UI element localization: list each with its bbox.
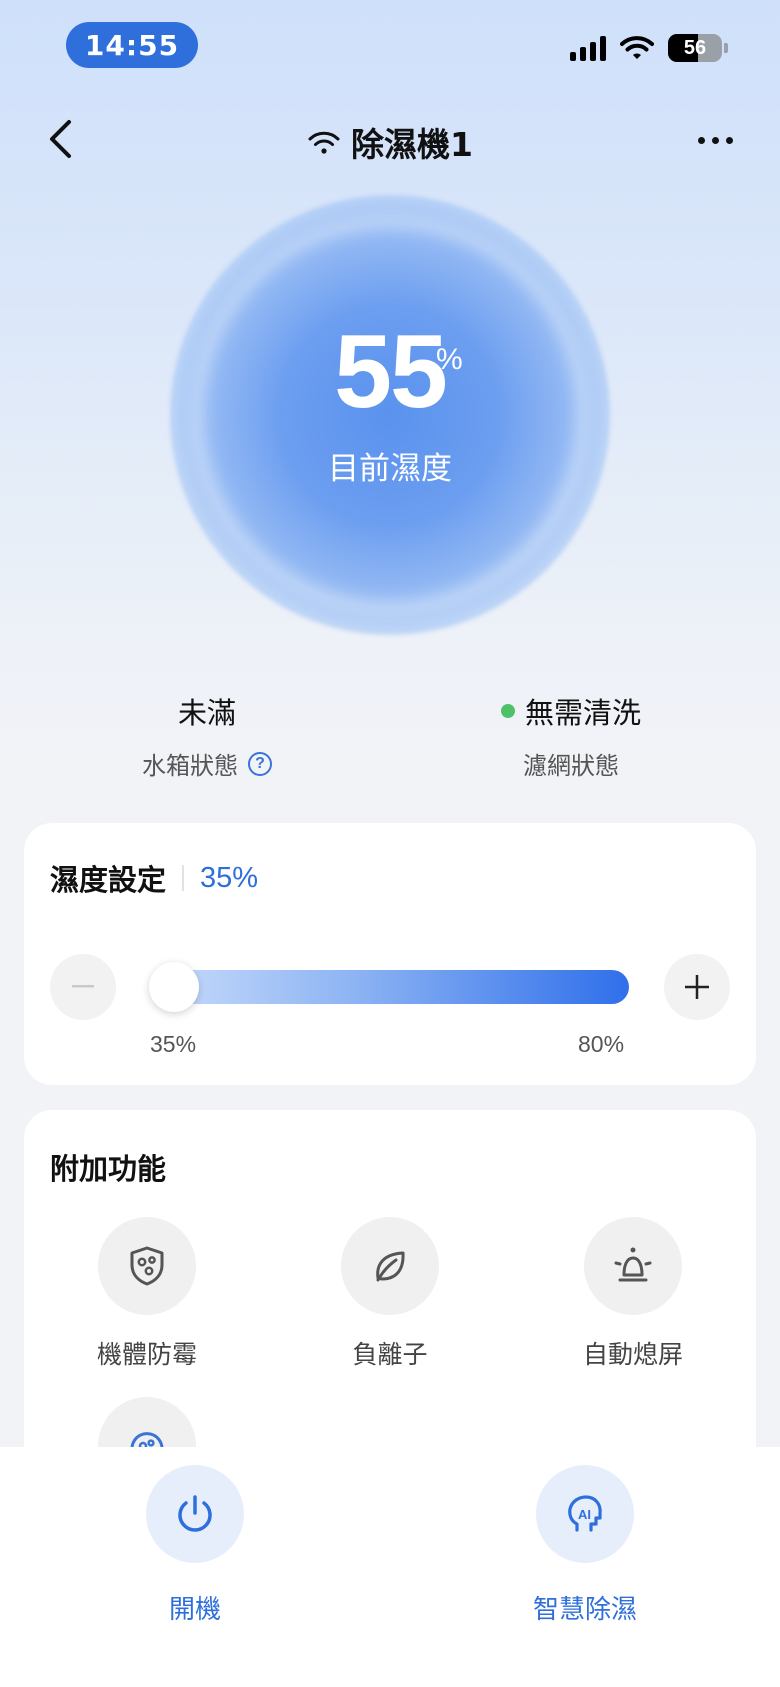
power-button[interactable]: 開機 (95, 1465, 295, 1626)
plus-icon (685, 975, 709, 999)
feature-label: 自動熄屏 (582, 1340, 683, 1369)
svg-text:AI: AI (578, 1507, 591, 1522)
slider-min-label: 35% (150, 1031, 197, 1057)
smart-dehumidify-label: 智慧除濕 (532, 1595, 637, 1625)
water-tank-value: 未滿 (177, 696, 236, 730)
feature-label: 機體防霉 (96, 1340, 197, 1369)
bulb-off-icon (584, 1217, 682, 1315)
header: 除濕機1 (0, 100, 780, 180)
smart-dehumidify-button[interactable]: AI 智慧除濕 (485, 1465, 685, 1626)
power-label: 開機 (168, 1595, 221, 1625)
feature-auto-screen-off[interactable]: 自動熄屏 (533, 1217, 733, 1371)
shield-mold-icon (98, 1217, 196, 1315)
status-icons: 56 (570, 34, 728, 62)
device-title-wrap: 除濕機1 (0, 118, 780, 166)
status-time: 14:55 (66, 22, 198, 68)
wifi-connected-icon (308, 131, 340, 154)
humidity-display: 55 % 目前濕度 (170, 195, 610, 635)
filter-status: 無需清洗 濾網狀態 (411, 690, 731, 781)
water-tank-status: 未滿 水箱狀態 ? (47, 690, 367, 781)
feature-label: 負離子 (352, 1340, 428, 1369)
slider-max-label: 80% (578, 1031, 625, 1057)
humidity-slider-track[interactable] (169, 970, 629, 1004)
decrease-humidity-button[interactable] (50, 954, 116, 1020)
more-options-button[interactable] (690, 120, 740, 160)
humidity-slider-thumb[interactable] (149, 962, 199, 1012)
feature-anti-mold[interactable]: 機體防霉 (47, 1217, 247, 1371)
divider (182, 865, 185, 891)
humidity-setting-value: 35% (200, 861, 259, 894)
current-humidity-value: 55 (334, 314, 448, 430)
status-bar: 14:55 56 (0, 0, 780, 100)
increase-humidity-button[interactable] (664, 954, 730, 1020)
current-humidity-unit: % (436, 343, 463, 376)
status-ok-indicator (500, 704, 515, 718)
current-humidity-label: 目前濕度 (328, 451, 452, 487)
bottom-action-bar: 開機 AI 智慧除濕 (0, 1447, 780, 1687)
water-tank-label: 水箱狀態 (142, 752, 238, 780)
power-icon (146, 1465, 244, 1563)
extra-functions-title: 附加功能 (50, 1152, 167, 1186)
feature-negative-ion[interactable]: 負離子 (290, 1217, 490, 1371)
filter-label: 濾網狀態 (523, 752, 619, 780)
device-status-row: 未滿 水箱狀態 ? 無需清洗 濾網狀態 (0, 690, 780, 780)
humidity-setting-card: 濕度設定 35% 35% 80% (24, 823, 756, 1085)
battery-icon: 56 (668, 34, 722, 62)
page-title: 除濕機1 (351, 125, 473, 164)
minus-icon (72, 985, 94, 988)
humidity-setting-title: 濕度設定 (50, 863, 167, 897)
wifi-icon (620, 36, 654, 59)
battery-level: 56 (683, 36, 707, 59)
cellular-signal-icon (570, 35, 606, 61)
help-icon[interactable]: ? (248, 751, 272, 776)
leaf-icon (341, 1217, 439, 1315)
ai-head-icon: AI (536, 1465, 634, 1563)
filter-value: 無需清洗 (524, 696, 641, 730)
